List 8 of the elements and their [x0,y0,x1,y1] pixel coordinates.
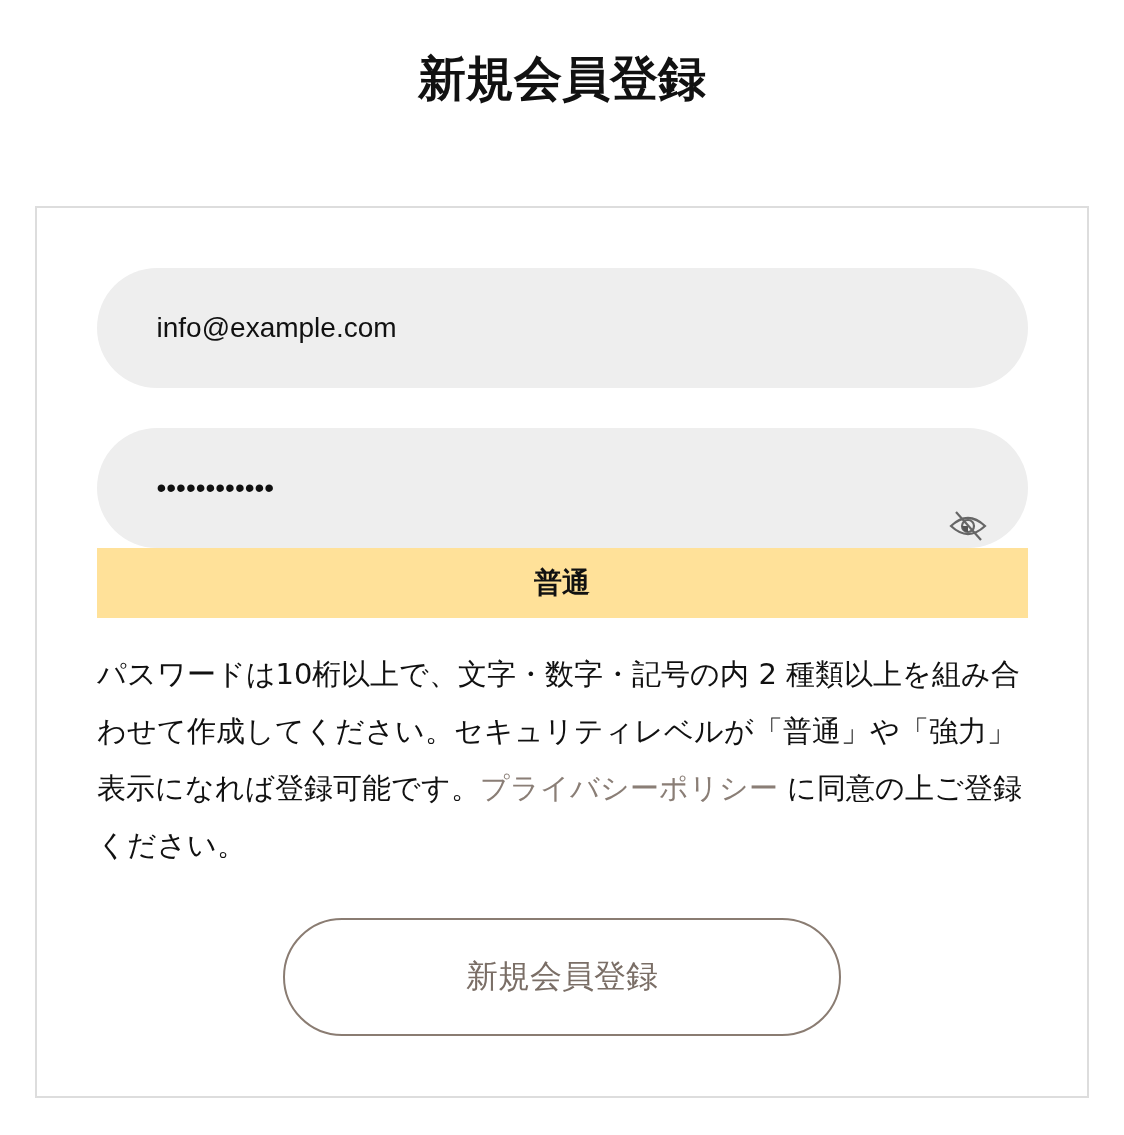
page-title: 新規会員登録 [418,49,706,108]
strength-meter: 普通 [96,548,1028,618]
password-field[interactable]: •••••••••••• [96,428,1028,548]
privacy-policy-link[interactable]: プライバシーポリシー [479,771,778,805]
register-button[interactable]: 新規会員登録 [283,918,841,1036]
eye-slash-icon[interactable] [947,510,988,542]
notice-text: パスワードは10桁以上で、文字・数字・記号の内 2 種類以上を組み合わせて作成してください。セキュリティレベルが「普通」や「強力」表示になれば登録可能です。プライバシーポリシー に同意の上ご登録ください。 [96,656,1023,864]
email-field[interactable]: info@example.com [96,268,1028,388]
